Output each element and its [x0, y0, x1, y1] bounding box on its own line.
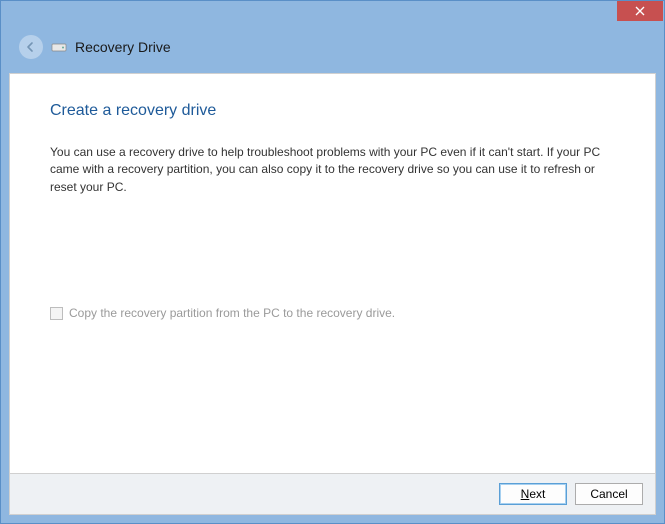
- drive-icon: [51, 41, 67, 53]
- content-panel: Create a recovery drive You can use a re…: [9, 73, 656, 474]
- back-button: [19, 35, 43, 59]
- content-wrapper: Create a recovery drive You can use a re…: [1, 65, 664, 523]
- page-title: Create a recovery drive: [50, 102, 615, 120]
- close-icon: [635, 6, 645, 16]
- close-button[interactable]: [617, 1, 663, 21]
- wizard-window: Recovery Drive Create a recovery drive Y…: [0, 0, 665, 524]
- back-arrow-icon: [25, 41, 37, 53]
- copy-partition-checkbox-row: Copy the recovery partition from the PC …: [50, 306, 615, 320]
- header: Recovery Drive: [1, 29, 664, 65]
- cancel-button[interactable]: Cancel: [575, 483, 643, 505]
- next-label-rest: ext: [529, 487, 545, 501]
- titlebar: [1, 1, 664, 29]
- next-button[interactable]: Next: [499, 483, 567, 505]
- header-title: Recovery Drive: [75, 39, 171, 55]
- copy-partition-checkbox: [50, 307, 63, 320]
- copy-partition-label: Copy the recovery partition from the PC …: [69, 306, 395, 320]
- button-bar: Next Cancel: [9, 473, 656, 515]
- description-text: You can use a recovery drive to help tro…: [50, 144, 615, 196]
